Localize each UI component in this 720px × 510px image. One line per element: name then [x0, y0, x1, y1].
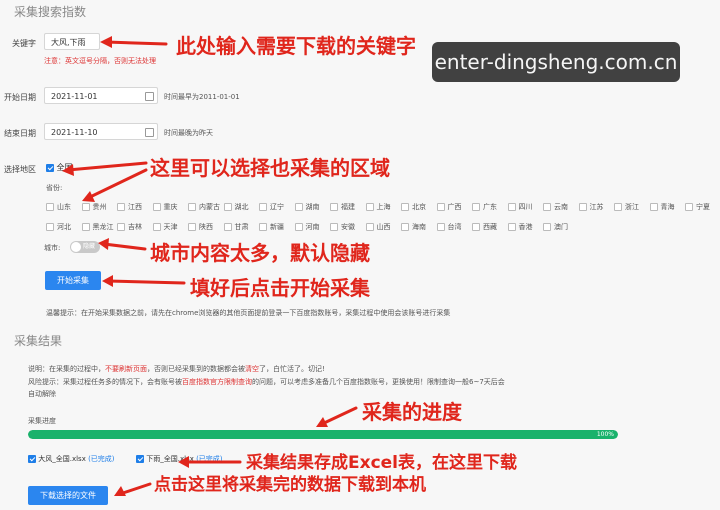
annotation-download: 点击这里将采集完的数据下载到本机 — [154, 475, 426, 495]
annotation-keyword: 此处输入需要下载的关键字 — [176, 34, 416, 58]
arrowhead-region-1 — [62, 164, 74, 176]
arrowhead-excel — [178, 456, 189, 468]
arrow-region-2 — [86, 168, 148, 200]
arrowhead-start — [102, 275, 113, 287]
arrowhead-keyword — [100, 36, 112, 48]
arrow-download — [118, 482, 152, 496]
arrowhead-download — [114, 486, 126, 496]
annotation-city: 城市内容太多，默认隐藏 — [150, 241, 370, 265]
arrow-progress — [320, 406, 358, 426]
arrow-keyword — [104, 40, 168, 46]
arrow-region-1 — [66, 161, 148, 172]
annotation-start: 填好后点击开始采集 — [190, 276, 370, 300]
arrow-start — [106, 279, 186, 285]
arrow-city — [102, 242, 147, 251]
annotation-progress: 采集的进度 — [362, 400, 462, 424]
annotation-region: 这里可以选择也采集的区域 — [150, 156, 390, 180]
arrowhead-city — [98, 238, 109, 250]
